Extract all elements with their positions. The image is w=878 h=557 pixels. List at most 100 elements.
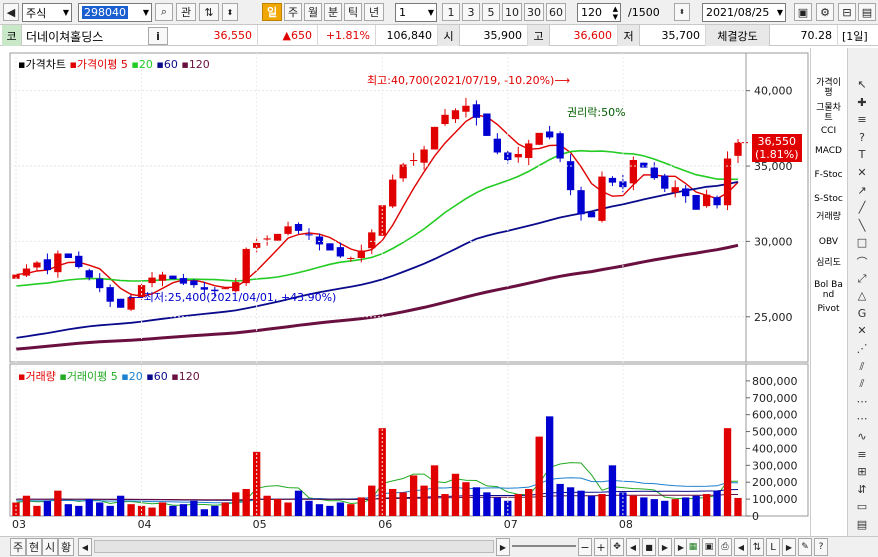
indicator-item[interactable]: F-Stoc <box>812 170 845 180</box>
total-stepper[interactable]: ⬍ <box>674 3 690 21</box>
market-select[interactable]: 주식 ▼ <box>22 3 72 22</box>
quick-3-button[interactable]: 3 <box>462 3 480 21</box>
lock-button[interactable]: L <box>766 538 780 556</box>
channel2-tool-icon[interactable]: ⫽ <box>850 377 874 393</box>
help-tool-icon[interactable]: ? <box>850 131 874 147</box>
first-button[interactable]: ◀ <box>626 538 640 556</box>
cycle-tool-icon[interactable]: ⇵ <box>850 483 874 499</box>
next-page-button[interactable]: ▶ <box>782 538 796 556</box>
zoom-in-button[interactable]: + <box>594 538 608 556</box>
back-button[interactable]: ◀ <box>734 538 748 556</box>
date-picker[interactable]: 2021/08/25 ▼ <box>702 3 786 22</box>
indicator-item[interactable]: 가격이평 <box>812 78 845 98</box>
fib-tool-icon[interactable]: ⋰ <box>850 342 874 358</box>
current-price-tag-value: 36,550 <box>757 135 797 148</box>
indicator-item[interactable]: 심리도 <box>812 258 845 268</box>
period-month-button[interactable]: 월 <box>304 3 322 21</box>
next-button[interactable]: ▶ <box>658 538 672 556</box>
quick-1-button[interactable]: 1 <box>442 3 460 21</box>
grid-tool-icon[interactable]: ⊞ <box>850 465 874 481</box>
related-button[interactable]: 관 <box>176 3 196 21</box>
save-button[interactable]: ▣ <box>702 538 716 556</box>
prev-arrow-button[interactable]: ◀ <box>3 3 19 21</box>
quick-10-button[interactable]: 10 <box>502 3 522 21</box>
arc-tool-icon[interactable]: ⌒ <box>850 254 874 270</box>
period-day-button[interactable]: 일 <box>262 3 282 21</box>
wave-tool-icon[interactable]: ∿ <box>850 430 874 446</box>
indicator-item[interactable]: Pivot <box>812 304 845 314</box>
volume-bar <box>211 505 219 516</box>
all-tool-icon[interactable]: ≡ <box>850 113 874 129</box>
horizontal-scrollbar[interactable] <box>94 540 494 553</box>
zoom-slider[interactable] <box>512 545 576 547</box>
search-button[interactable]: ⌕ <box>155 3 173 21</box>
tools-button[interactable]: ✎ <box>798 538 812 556</box>
back-icon: ◀ <box>737 542 745 552</box>
line-tool-icon[interactable]: ╱ <box>850 201 874 217</box>
order-button[interactable]: ⇅ <box>750 538 764 556</box>
bar-count-input[interactable]: 120 ▲ ▼ <box>577 3 621 22</box>
period-tick-button[interactable]: 틱 <box>344 3 362 21</box>
auto-tool-icon[interactable]: ▤ <box>850 518 874 534</box>
dots2-tool-icon[interactable]: ⋯ <box>850 412 874 428</box>
volume-bar <box>535 436 543 516</box>
tab-market[interactable]: 시 <box>42 538 58 556</box>
chevron-right-icon: ▶ <box>785 542 793 552</box>
text-tool-icon[interactable]: T <box>850 148 874 164</box>
delete-tool-icon[interactable]: ✕ <box>850 324 874 340</box>
window-button[interactable]: ▤ <box>858 3 876 21</box>
x-tick-label: 07 <box>504 518 518 531</box>
screenshot-button[interactable]: ▣ <box>794 3 812 21</box>
excel-button[interactable]: ▦ <box>686 538 700 556</box>
settings-button[interactable]: ⚙ <box>816 3 834 21</box>
price-volume-chart[interactable]: 40,00035,00030,00025,000800,000700,00060… <box>0 48 846 538</box>
cross-tool-icon[interactable]: ✕ <box>850 166 874 182</box>
quick-5-button[interactable]: 5 <box>482 3 500 21</box>
indicator-item[interactable]: OBV <box>812 237 845 247</box>
indicator-item[interactable]: S-Stoc <box>812 194 845 204</box>
indicator-item[interactable]: 거래량 <box>812 212 845 222</box>
crosshair-tool-icon[interactable]: ✚ <box>850 96 874 112</box>
rect-tool-icon[interactable]: □ <box>850 236 874 252</box>
arrow-tool-icon[interactable]: ↗ <box>850 184 874 200</box>
quick-30-button[interactable]: 30 <box>524 3 544 21</box>
indicator-item[interactable]: 그물차트 <box>812 103 845 123</box>
volume-tick-label: 400,000 <box>752 442 798 455</box>
indicator-item[interactable]: CCI <box>812 126 845 136</box>
stop-button[interactable]: ■ <box>642 538 656 556</box>
scroll-right-button[interactable]: ▶ <box>496 538 510 556</box>
tab-stock[interactable]: 주 <box>10 538 26 556</box>
total-count-field[interactable]: /1500 <box>625 3 671 22</box>
gann-tool-icon[interactable]: G <box>850 307 874 323</box>
split-button[interactable]: ⊟ <box>838 3 856 21</box>
period-year-button[interactable]: 년 <box>364 3 384 21</box>
indicator-item[interactable]: Bol Band <box>812 280 845 300</box>
tab-status[interactable]: 황 <box>58 538 74 556</box>
box-tool-icon[interactable]: ▭ <box>850 500 874 516</box>
period-week-button[interactable]: 주 <box>284 3 302 21</box>
stock-code-input[interactable]: 298040 ▼ <box>78 3 152 22</box>
levels-tool-icon[interactable]: ≡ <box>850 448 874 464</box>
move-button[interactable]: ✥ <box>610 538 624 556</box>
scroll-left-button[interactable]: ◀ <box>78 538 92 556</box>
dots-tool-icon[interactable]: ⋯ <box>850 395 874 411</box>
history-button[interactable]: ⇅ <box>199 3 219 21</box>
cursor-tool-icon[interactable]: ↖ <box>850 78 874 94</box>
period-day-label: 일 <box>266 6 278 19</box>
quick-60-button[interactable]: 60 <box>546 3 566 21</box>
unit-select[interactable]: 1 ▼ <box>395 3 437 22</box>
period-minute-button[interactable]: 분 <box>324 3 342 21</box>
triangle-tool-icon[interactable]: △ <box>850 289 874 305</box>
indicator-item[interactable]: MACD <box>812 146 845 156</box>
info-button[interactable]: i <box>148 27 168 45</box>
help-button[interactable]: ? <box>814 538 828 556</box>
channel-tool-icon[interactable]: ⫽ <box>850 360 874 376</box>
vol-ma5-label: 5 <box>110 370 118 383</box>
bottom-tab-label: 시 <box>44 541 56 554</box>
tab-current[interactable]: 현 <box>26 538 42 556</box>
zoom-out-button[interactable]: − <box>578 538 592 556</box>
stepper-button[interactable]: ⬍ <box>222 3 238 21</box>
print-button[interactable]: ⎙ <box>718 538 732 556</box>
line2-tool-icon[interactable]: ╲ <box>850 219 874 235</box>
fit-tool-icon[interactable]: ⤢ <box>850 272 874 288</box>
